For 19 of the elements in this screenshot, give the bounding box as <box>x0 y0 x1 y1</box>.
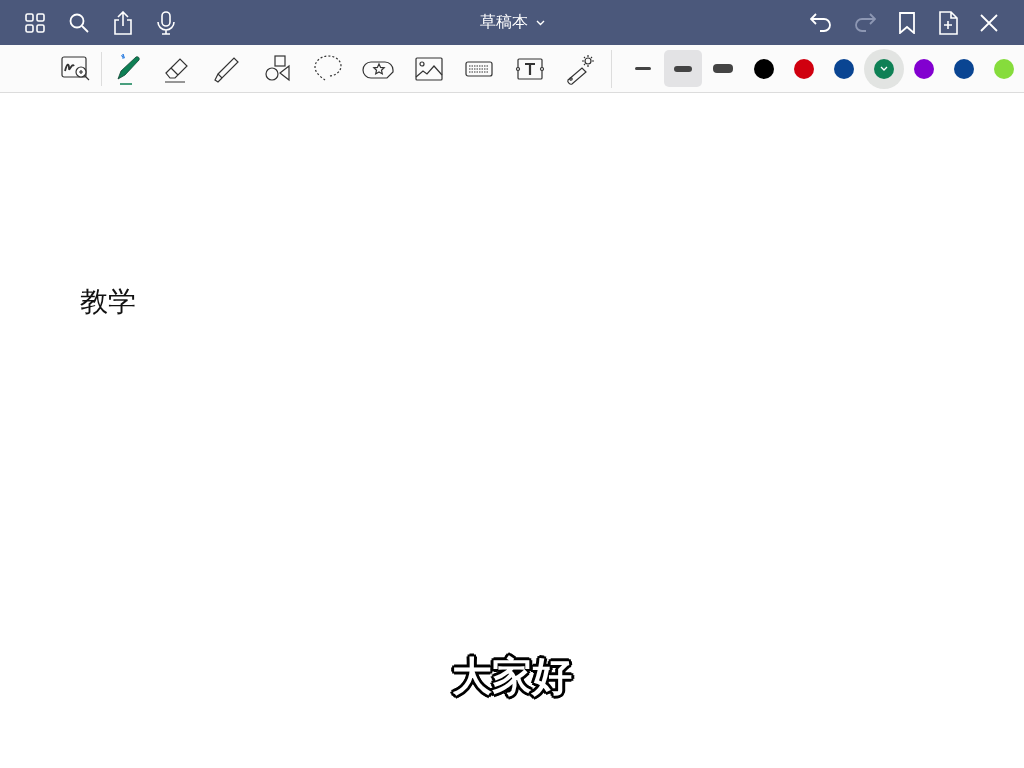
color-swatch[interactable] <box>754 58 775 79</box>
undo-icon[interactable] <box>810 12 832 33</box>
close-icon[interactable] <box>980 13 998 32</box>
microphone-icon[interactable] <box>157 10 175 35</box>
grid-icon[interactable] <box>25 12 45 33</box>
handwritten-text: 教学 <box>80 284 136 320</box>
chevron-down-icon[interactable] <box>535 19 545 26</box>
color-swatch[interactable] <box>834 58 855 79</box>
add-page-icon[interactable] <box>938 10 958 35</box>
share-icon[interactable] <box>113 10 133 35</box>
color-swatch[interactable] <box>794 58 815 79</box>
color-swatch[interactable] <box>994 58 1015 79</box>
color-swatch[interactable] <box>874 58 895 79</box>
search-icon[interactable] <box>69 12 89 33</box>
notebook-title[interactable]: 草稿本 <box>479 12 528 33</box>
stroke-width-button[interactable] <box>664 50 703 87</box>
color-swatch[interactable] <box>914 58 935 79</box>
bookmark-icon[interactable] <box>898 11 916 34</box>
color-swatch[interactable] <box>954 58 975 79</box>
